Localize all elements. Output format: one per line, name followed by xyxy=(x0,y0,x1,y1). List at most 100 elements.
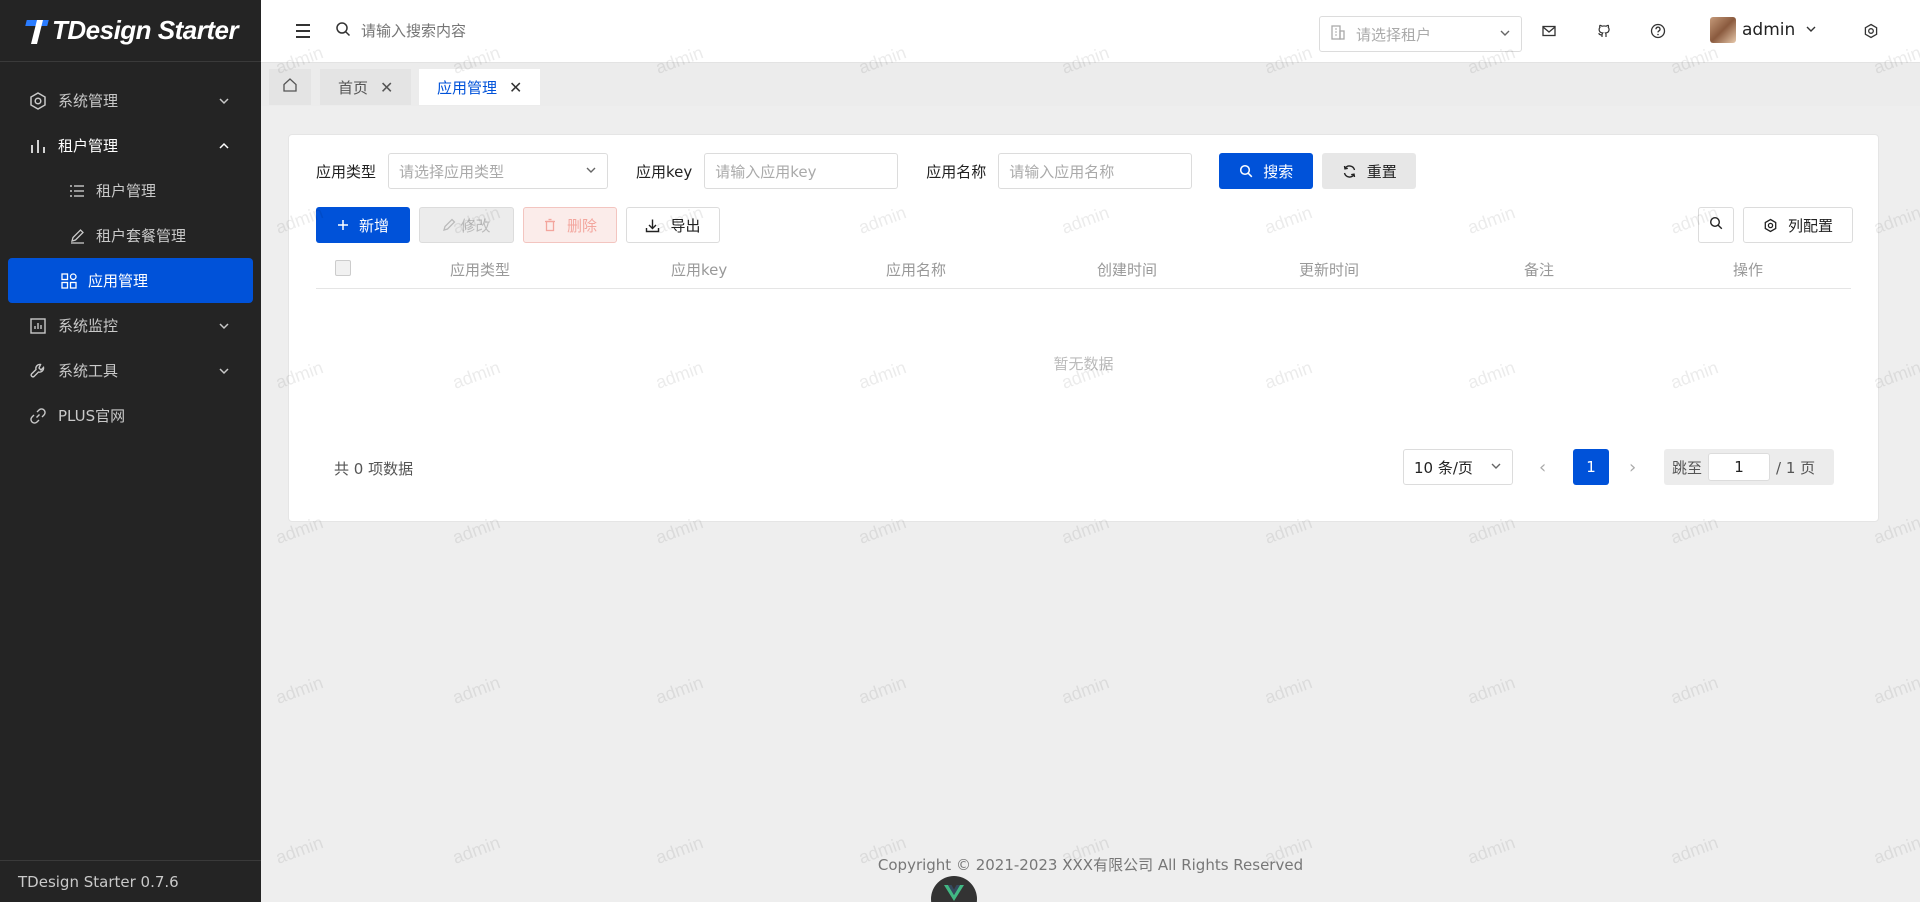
bar-chart-icon xyxy=(28,136,48,156)
search-icon xyxy=(1239,164,1253,178)
top-header: 请选择租户 admin xyxy=(261,0,1920,62)
column-header[interactable]: 备注 xyxy=(1524,259,1554,280)
sidebar-subitem-label: 租户套餐管理 xyxy=(96,227,187,245)
table-search-button[interactable] xyxy=(1698,207,1734,243)
page-size-select[interactable]: 10 条/页 xyxy=(1403,449,1513,485)
select-all-checkbox[interactable] xyxy=(335,260,351,276)
app-type-label: 应用类型 xyxy=(316,162,377,181)
app-name-placeholder: 请输入应用名称 xyxy=(1009,162,1115,181)
reset-button[interactable]: 重置 xyxy=(1322,153,1417,189)
tenant-select[interactable]: 请选择租户 xyxy=(1319,16,1522,52)
search-icon xyxy=(1709,216,1723,234)
sidebar-item-system-monitor[interactable]: 系统监控 xyxy=(0,303,253,348)
chevron-down-icon xyxy=(1805,21,1817,39)
chevron-down-icon xyxy=(585,162,597,180)
app-key-input[interactable]: 请输入应用key xyxy=(704,153,899,189)
reset-button-label: 重置 xyxy=(1366,162,1397,181)
column-config-button[interactable]: 列配置 xyxy=(1743,207,1853,243)
edit-icon xyxy=(68,227,86,245)
app-name-label: 应用名称 xyxy=(926,162,987,181)
download-icon xyxy=(645,218,660,233)
user-name: admin xyxy=(1742,20,1796,40)
delete-button-label: 删除 xyxy=(566,216,597,235)
page-size-value: 10 条/页 xyxy=(1414,458,1473,477)
delete-button[interactable]: 删除 xyxy=(523,207,617,243)
filter-form: 应用类型 请选择应用类型 应用key 请输入应用key 应用名称 请输入应用名称… xyxy=(316,153,1417,189)
app-management-card: 应用类型 请选择应用类型 应用key 请输入应用key 应用名称 请输入应用名称… xyxy=(288,134,1879,522)
sidebar-item-label: PLUS官网 xyxy=(58,407,126,425)
watermark-text: admin xyxy=(1870,672,1920,708)
watermark-text: admin xyxy=(1667,672,1721,708)
sidebar-subitem-app-management[interactable]: 应用管理 xyxy=(8,258,253,303)
settings-icon xyxy=(1763,218,1778,233)
github-icon[interactable] xyxy=(1593,20,1615,42)
tab-label: 应用管理 xyxy=(437,78,498,97)
close-icon[interactable]: ✕ xyxy=(509,78,522,97)
table-actions: 新增 修改 删除 导出 xyxy=(316,207,720,243)
tab-home[interactable] xyxy=(269,69,311,105)
app-type-placeholder: 请选择应用类型 xyxy=(399,162,505,181)
page-number-current[interactable]: 1 xyxy=(1573,449,1609,485)
global-search[interactable] xyxy=(335,21,635,41)
watermark-text: admin xyxy=(1464,672,1518,708)
sidebar-item-tenant-management[interactable]: 租户管理 xyxy=(0,123,253,168)
edit-button[interactable]: 修改 xyxy=(419,207,514,243)
refresh-icon xyxy=(1342,164,1357,179)
search-input[interactable] xyxy=(361,22,611,40)
jump-label: 跳至 xyxy=(1672,458,1703,477)
next-page-icon[interactable]: › xyxy=(1629,457,1636,478)
column-header[interactable]: 更新时间 xyxy=(1299,259,1359,280)
app-type-select[interactable]: 请选择应用类型 xyxy=(388,153,609,189)
menu-toggle-icon[interactable] xyxy=(291,19,315,43)
tab-home-page[interactable]: 首页 ✕ xyxy=(320,69,412,105)
add-button-label: 新增 xyxy=(358,216,389,235)
grid-icon xyxy=(60,272,78,290)
chevron-down-icon xyxy=(1490,458,1502,476)
tab-label: 首页 xyxy=(338,78,369,97)
add-button[interactable]: 新增 xyxy=(316,207,410,243)
export-button[interactable]: 导出 xyxy=(626,207,720,243)
watermark-text: admin xyxy=(652,672,706,708)
help-icon[interactable] xyxy=(1647,20,1669,42)
prev-page-icon[interactable]: ‹ xyxy=(1539,457,1546,478)
vue-logo-icon xyxy=(944,885,964,902)
wrench-icon xyxy=(28,361,48,381)
search-button-label: 搜索 xyxy=(1263,162,1294,181)
total-pages-text: / 1 页 xyxy=(1776,458,1816,477)
watermark-text: admin xyxy=(1058,672,1112,708)
sidebar-subitem-tenant-package[interactable]: 租户套餐管理 xyxy=(8,213,253,258)
column-header[interactable]: 创建时间 xyxy=(1097,259,1157,280)
sidebar: TDesign Starter 系统管理 租户管理 租户管理 租户套餐管理 应用… xyxy=(0,0,261,902)
chevron-up-icon xyxy=(217,139,231,153)
app-key-label: 应用key xyxy=(636,162,693,181)
watermark-text: admin xyxy=(449,672,503,708)
sidebar-item-system-tools[interactable]: 系统工具 xyxy=(0,348,253,393)
column-header[interactable]: 应用名称 xyxy=(886,259,946,280)
settings-icon[interactable] xyxy=(1860,20,1882,42)
sidebar-item-label: 系统管理 xyxy=(58,92,119,110)
logo[interactable]: TDesign Starter xyxy=(0,0,261,62)
jump-input[interactable]: 1 xyxy=(1708,453,1771,481)
mail-icon[interactable] xyxy=(1538,20,1560,42)
app-name-input[interactable]: 请输入应用名称 xyxy=(998,153,1193,189)
column-header[interactable]: 应用类型 xyxy=(450,259,510,280)
page-tabs: 首页 ✕ 应用管理 ✕ xyxy=(261,62,1920,106)
vue-devtools-badge[interactable] xyxy=(931,876,977,902)
close-icon[interactable]: ✕ xyxy=(380,78,393,97)
sidebar-subitem-label: 应用管理 xyxy=(88,272,149,290)
column-header[interactable]: 应用key xyxy=(671,259,727,280)
sidebar-item-plus-website[interactable]: PLUS官网 xyxy=(0,393,253,438)
edit-button-label: 修改 xyxy=(460,216,491,235)
user-menu[interactable]: admin xyxy=(1710,17,1817,43)
sidebar-subitem-tenant-management[interactable]: 租户管理 xyxy=(8,168,253,213)
chevron-down-icon xyxy=(1499,25,1511,43)
column-header[interactable]: 操作 xyxy=(1733,259,1763,280)
sidebar-menu: 系统管理 租户管理 租户管理 租户套餐管理 应用管理 系统监控 系统工具 PLU… xyxy=(0,62,261,438)
total-count: 共 0 项数据 xyxy=(334,460,414,478)
sidebar-item-label: 租户管理 xyxy=(58,137,119,155)
sidebar-item-system-management[interactable]: 系统管理 xyxy=(0,78,253,123)
search-icon xyxy=(335,21,351,41)
tab-app-management[interactable]: 应用管理 ✕ xyxy=(419,69,541,105)
tdesign-logo-icon xyxy=(26,18,48,44)
search-button[interactable]: 搜索 xyxy=(1219,153,1314,189)
